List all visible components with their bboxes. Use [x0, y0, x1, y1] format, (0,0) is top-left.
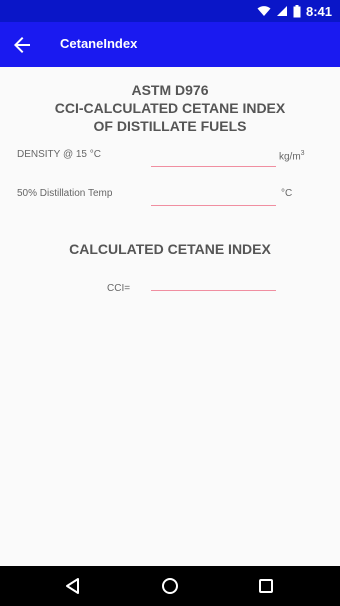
- status-time: 8:41: [305, 3, 332, 19]
- density-label: DENSITY @ 15 °C: [17, 149, 101, 160]
- distillation-unit: °C: [281, 188, 293, 199]
- result-heading: CALCULATED CETANE INDEX: [69, 241, 271, 257]
- wifi-icon: [257, 6, 271, 16]
- standard-title: ASTM D976: [131, 82, 209, 98]
- app-title: CetaneIndex: [60, 36, 138, 51]
- method-title: CCI-CALCULATED CETANE INDEX: [54, 100, 286, 116]
- density-unit-base: kg/m: [279, 151, 301, 163]
- distillation-input[interactable]: [151, 189, 276, 206]
- back-arrow-icon[interactable]: [10, 33, 34, 57]
- density-unit-exponent: 3: [300, 150, 305, 157]
- cci-label: CCI=: [107, 283, 131, 294]
- status-bar: 8:41: [0, 0, 340, 22]
- back-triangle-icon[interactable]: [62, 575, 84, 597]
- navigation-bar: [0, 566, 340, 606]
- fuel-title: OF DISTILLATE FUELS: [93, 118, 247, 134]
- status-icons: 8:41: [257, 3, 332, 19]
- density-input[interactable]: [151, 150, 276, 167]
- recents-square-icon[interactable]: [255, 575, 277, 597]
- signal-icon: [276, 6, 287, 16]
- home-circle-icon[interactable]: [159, 575, 181, 597]
- cci-output: [151, 274, 276, 291]
- distillation-label: 50% Distillation Temp: [17, 188, 113, 199]
- density-unit: kg/m3: [279, 150, 305, 162]
- app-bar: CetaneIndex: [0, 22, 340, 67]
- battery-icon: [293, 4, 301, 17]
